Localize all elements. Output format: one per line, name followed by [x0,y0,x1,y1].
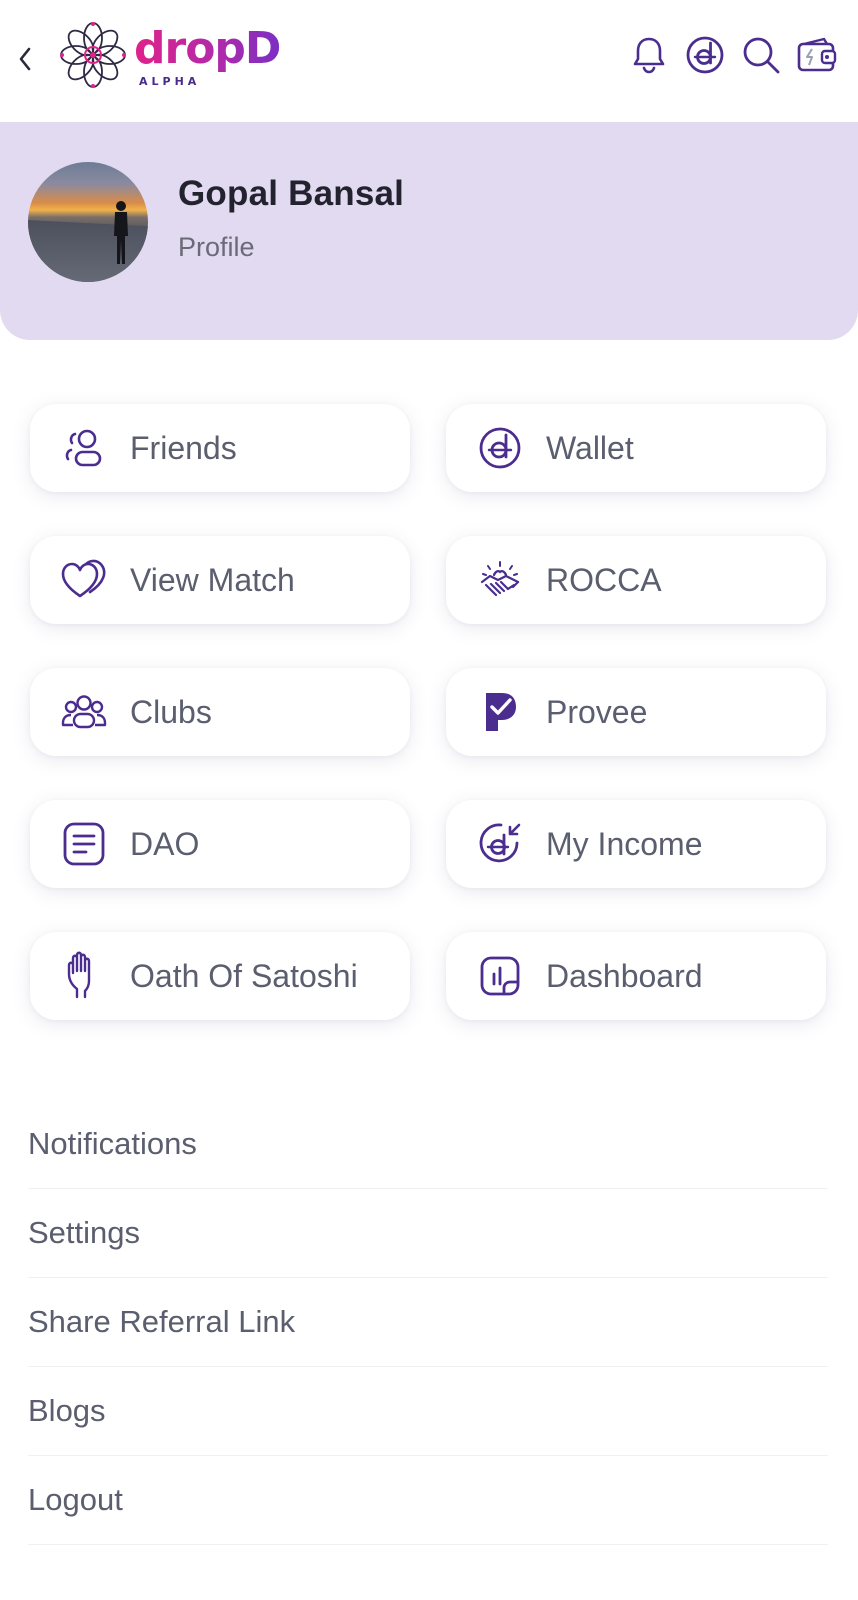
tile-label: Provee [546,693,648,730]
coin-button[interactable] [684,34,726,76]
back-button[interactable] [14,42,36,76]
profile-banner[interactable]: Gopal Bansal Profile [0,122,858,340]
header-actions [628,34,838,76]
wallet-coin-icon-wrap [474,422,526,474]
income-coin-icon [479,823,521,863]
hearts-icon [61,559,106,598]
tile-provee[interactable]: Provee [446,668,826,756]
document-icon-wrap [58,818,110,870]
tile-rocca[interactable]: ROCCA [446,536,826,624]
raised-hand-icon-wrap [58,950,110,1002]
search-button[interactable] [740,34,782,76]
tile-label: Friends [130,429,237,466]
dashboard-chart-icon [480,956,520,996]
group-icon-wrap [58,686,110,738]
search-icon [743,37,780,74]
settings-menu: Notifications Settings Share Referral Li… [28,1100,828,1545]
tile-label: View Match [130,561,295,598]
menu-item-settings[interactable]: Settings [28,1189,828,1278]
logo-wordmark: dropD ALPHA [134,20,284,90]
tile-oath-of-satoshi[interactable]: Oath Of Satoshi [30,932,410,1020]
tile-label: Oath Of Satoshi [130,957,358,994]
tile-wallet[interactable]: Wallet [446,404,826,492]
tile-friends[interactable]: Friends [30,404,410,492]
document-icon [63,822,105,866]
bell-icon [633,37,665,74]
tile-dashboard[interactable]: Dashboard [446,932,826,1020]
dashboard-icon-wrap [474,950,526,1002]
friends-icon-wrap [58,422,110,474]
group-icon [61,695,107,729]
avatar-person-silhouette [114,201,128,264]
tile-dao[interactable]: DAO [30,800,410,888]
income-icon-wrap [474,818,526,870]
top-header: dropD ALPHA [0,0,858,122]
dropd-logo[interactable]: dropD ALPHA [58,20,284,90]
handshake-icon [480,561,520,597]
handshake-icon-wrap [474,554,526,606]
provee-check-icon [486,693,516,731]
back-chevron-icon [19,47,31,71]
tile-label: Clubs [130,693,212,730]
raised-hand-icon [67,951,91,999]
wallet-button[interactable] [796,34,838,76]
tile-label: DAO [130,825,200,862]
logo-text: dropD [134,23,281,74]
dropd-coin-icon [686,36,724,74]
profile-subtitle[interactable]: Profile [178,232,255,263]
hearts-icon-wrap [58,554,110,606]
tile-clubs[interactable]: Clubs [30,668,410,756]
menu-item-notifications[interactable]: Notifications [28,1100,828,1189]
provee-icon-wrap [474,686,526,738]
avatar[interactable] [28,162,148,282]
lotus-logo-icon [60,22,126,88]
menu-item-blogs[interactable]: Blogs [28,1367,828,1456]
menu-item-share-referral-link[interactable]: Share Referral Link [28,1278,828,1367]
avatar-road-shape [28,220,148,282]
tile-label: Wallet [546,429,634,466]
logo-subtext: ALPHA [139,75,201,88]
tile-label: My Income [546,825,703,862]
wallet-coin-icon [479,427,521,469]
profile-name: Gopal Bansal [178,174,405,213]
friends-icon [65,429,102,467]
feature-grid: Friends Wallet View Match ROCCA Clubs Pr… [30,404,826,1020]
wallet-icon [797,37,837,72]
notifications-button[interactable] [628,34,670,76]
menu-item-logout[interactable]: Logout [28,1456,828,1545]
tile-view-match[interactable]: View Match [30,536,410,624]
tile-label: ROCCA [546,561,662,598]
tile-my-income[interactable]: My Income [446,800,826,888]
tile-label: Dashboard [546,957,703,994]
